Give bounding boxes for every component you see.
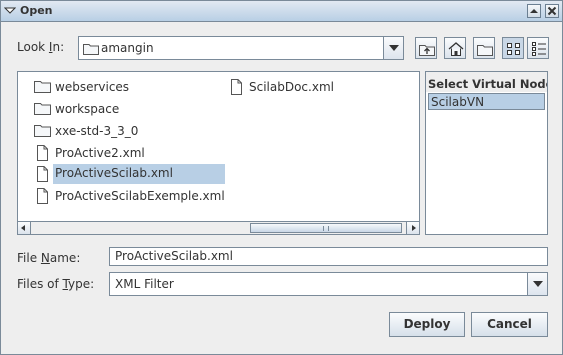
virtual-node-item[interactable]: ScilabVN <box>428 93 545 110</box>
maximize-icon <box>530 9 538 13</box>
title-bar[interactable]: Open <box>1 1 562 22</box>
close-button[interactable] <box>545 4 559 18</box>
virtual-node-header: Select Virtual Node <box>426 72 547 92</box>
horizontal-scrollbar[interactable] <box>18 221 419 234</box>
close-icon <box>547 6 557 16</box>
file-type-dropdown-arrow[interactable] <box>527 273 547 295</box>
folder-icon <box>83 44 99 55</box>
file-icon <box>37 145 48 161</box>
home-button[interactable] <box>444 37 466 59</box>
chevron-down-icon <box>389 45 399 51</box>
chevron-down-icon <box>533 281 543 287</box>
list-view-button[interactable] <box>502 37 524 59</box>
look-in-combobox[interactable]: amangin <box>78 36 404 60</box>
folder-icon <box>34 103 51 115</box>
look-in-label: Look In: <box>17 40 65 54</box>
look-in-dropdown-arrow[interactable] <box>383 37 403 59</box>
file-list[interactable]: webservices workspace xxe-std-3_3_0 ProA… <box>17 71 420 235</box>
file-name-input[interactable]: ProActiveScilab.xml <box>109 247 548 266</box>
home-icon <box>448 42 464 56</box>
cancel-button[interactable]: Cancel <box>471 312 548 337</box>
scrollbar-thumb[interactable] <box>250 223 402 233</box>
new-folder-icon <box>477 45 493 56</box>
folder-icon <box>34 81 51 93</box>
look-in-value: amangin <box>101 41 154 55</box>
folder-up-icon <box>419 45 435 56</box>
file-type-combobox[interactable]: XML Filter <box>109 272 548 296</box>
file-icon <box>37 188 48 204</box>
file-type-value: XML Filter <box>115 277 174 291</box>
virtual-node-panel: Select Virtual Node ScilabVN <box>425 71 548 235</box>
arrow-left-icon <box>21 225 25 231</box>
list-view-icon <box>507 43 520 55</box>
up-one-level-button[interactable] <box>415 37 437 59</box>
maximize-button[interactable] <box>527 4 541 18</box>
arrow-right-icon <box>412 225 416 231</box>
new-folder-button[interactable] <box>473 37 495 59</box>
folder-icon <box>34 125 51 137</box>
details-view-button[interactable] <box>527 37 549 59</box>
scrollbar-grip <box>323 226 329 231</box>
deploy-button[interactable]: Deploy <box>389 312 465 337</box>
file-icon <box>231 79 242 95</box>
scroll-left-button[interactable] <box>18 222 31 234</box>
open-dialog: Open Look In: amangin webservices worksp… <box>0 0 563 355</box>
details-view-icon <box>532 42 546 56</box>
file-name-label: File Name: <box>17 251 81 265</box>
scroll-right-button[interactable] <box>406 222 419 234</box>
file-icon <box>37 166 48 182</box>
window-menu-icon[interactable] <box>4 4 16 16</box>
file-type-label: Files of Type: <box>17 277 95 291</box>
window-title: Open <box>20 4 53 17</box>
